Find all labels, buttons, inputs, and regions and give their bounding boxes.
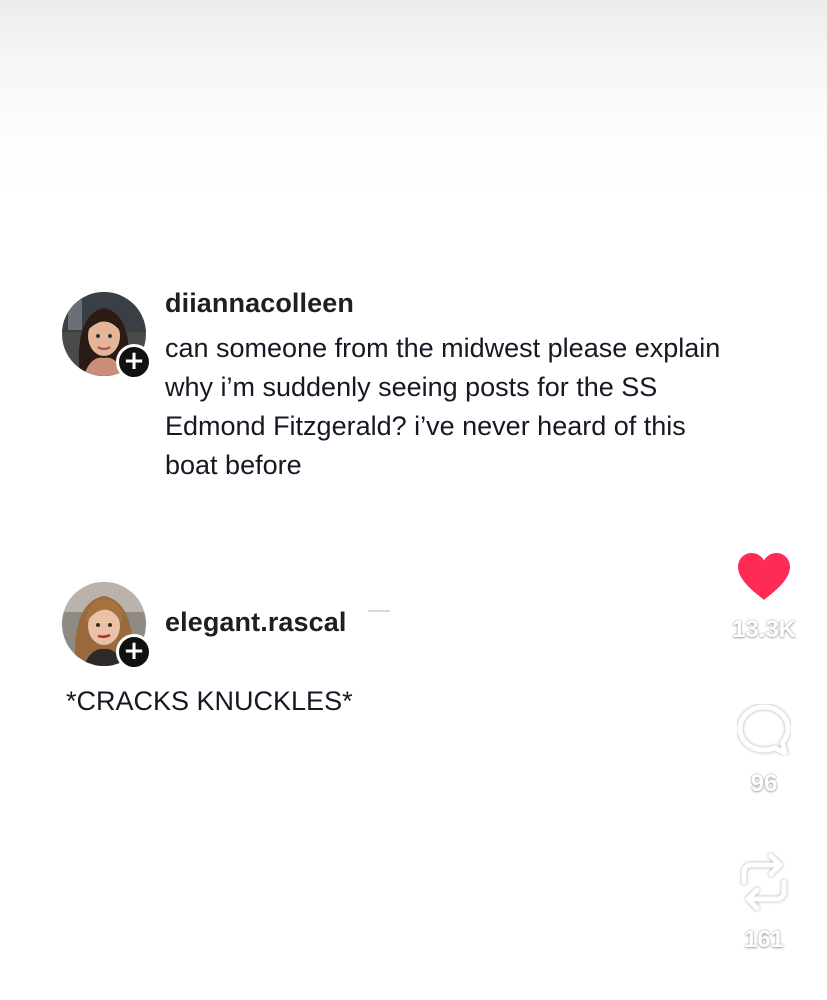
avatar-elegant-rascal[interactable]: + <box>62 582 152 670</box>
comment-username[interactable]: diiannacolleen <box>165 288 354 319</box>
comment-text-line: boat before <box>165 450 302 480</box>
comment-text-line: why i’m suddenly seeing posts for the SS <box>165 372 658 402</box>
repost-count: 161 <box>743 926 785 953</box>
like-count: 13.3K <box>731 616 797 643</box>
comment-button[interactable]: 96 <box>719 704 809 798</box>
repost-button[interactable]: 161 <box>719 852 809 954</box>
divider-mark <box>368 610 390 612</box>
repost-icon <box>741 853 787 911</box>
comment-bubble-icon <box>737 704 791 756</box>
follow-plus-button[interactable]: + <box>116 344 152 380</box>
avatar-diiannacolleen[interactable]: + <box>62 292 152 380</box>
comment-text-line: Edmond Fitzgerald? i’ve never heard of t… <box>165 411 686 441</box>
comment-username[interactable]: elegant.rascal <box>165 607 347 638</box>
comment-text: can someone from the midwest please expl… <box>165 329 785 485</box>
comment-text-line: can someone from the midwest please expl… <box>165 333 721 363</box>
comment-count: 96 <box>750 770 778 797</box>
like-button[interactable]: 13.3K <box>719 552 809 644</box>
follow-plus-button[interactable]: + <box>116 634 152 670</box>
comment-text: *CRACKS KNUCKLES* <box>66 686 353 716</box>
comment-screen: + diiannacolleen can someone from the mi… <box>0 0 827 1000</box>
heart-icon <box>738 553 790 600</box>
